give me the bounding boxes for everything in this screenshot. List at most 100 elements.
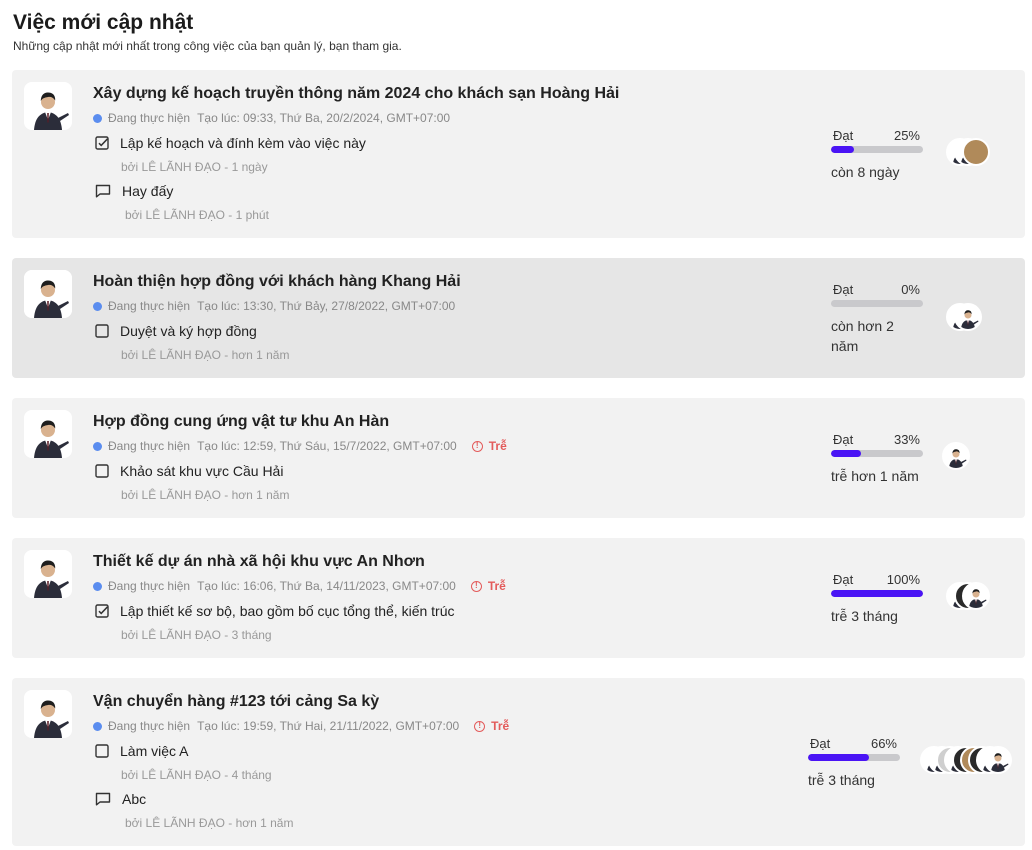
task-title[interactable]: Xây dựng kế hoạch truyền thông năm 2024 …: [93, 85, 619, 103]
progress-value: 33%: [893, 432, 920, 447]
update-text: Hay đấy: [122, 183, 174, 199]
member-avatars[interactable]: [920, 746, 1012, 778]
member-avatars[interactable]: [946, 303, 982, 335]
task-meta: Đang thực hiện Tạo lúc: 09:33, Thứ Ba, 2…: [93, 111, 450, 125]
update-author: bởi LÊ LÃNH ĐẠO - hơn 1 năm: [121, 348, 290, 362]
task-card[interactable]: Hợp đồng cung ứng vật tư khu An Hàn Đang…: [12, 398, 1025, 518]
late-badge: ! Trễ: [470, 579, 506, 593]
avatar: [24, 270, 72, 318]
task-title[interactable]: Hoàn thiện hợp đồng với khách hàng Khang…: [93, 273, 461, 291]
update-author: bởi LÊ LÃNH ĐẠO - hơn 1 năm: [121, 488, 290, 502]
created-time: Tạo lúc: 12:59, Thứ Sáu, 15/7/2022, GMT+…: [197, 439, 457, 453]
progress-label: Đạt: [833, 128, 854, 143]
member-avatars[interactable]: [946, 138, 990, 170]
progress-label: Đạt: [810, 736, 831, 751]
checkbox-icon: [95, 324, 109, 338]
avatar: [24, 410, 72, 458]
update-author: bởi LÊ LÃNH ĐẠO - 3 tháng: [121, 628, 272, 642]
remaining-time: trễ hơn 1 năm: [831, 468, 919, 484]
task-card[interactable]: Hoàn thiện hợp đồng với khách hàng Khang…: [12, 258, 1025, 378]
update-item[interactable]: Lập kế hoạch và đính kèm vào việc này: [95, 135, 366, 151]
update-item[interactable]: Khảo sát khu vực Cầu Hải: [95, 463, 283, 479]
late-badge: ! Trễ: [474, 719, 509, 733]
update-item[interactable]: Duyệt và ký hợp đồng: [95, 323, 257, 339]
remaining-time: trễ 3 tháng: [831, 608, 898, 624]
checkbox-icon: [95, 464, 109, 478]
created-time: Tạo lúc: 09:33, Thứ Ba, 20/2/2024, GMT+0…: [197, 111, 451, 125]
checkbox-checked-icon: [95, 604, 109, 618]
progress-label: Đạt: [833, 572, 854, 587]
task-title[interactable]: Thiết kế dự án nhà xã hội khu vực An Nhơ…: [93, 553, 425, 571]
progress: Đạt 25%: [831, 128, 923, 153]
page-subtitle: Những cập nhật mới nhất trong công việc …: [13, 39, 402, 53]
remaining-time: trễ 3 tháng: [808, 772, 875, 788]
alert-icon: !: [471, 440, 483, 452]
update-text: Abc: [122, 791, 147, 807]
status-label: Đang thực hiện: [108, 299, 191, 313]
late-label: Trễ: [487, 579, 506, 593]
progress: Đạt 0%: [831, 282, 923, 307]
update-text: Làm việc A: [120, 743, 189, 759]
progress-value: 25%: [893, 128, 920, 143]
update-author: bởi LÊ LÃNH ĐẠO - 1 phút: [125, 208, 269, 222]
progress-fill: [831, 146, 854, 153]
task-card[interactable]: Xây dựng kế hoạch truyền thông năm 2024 …: [12, 70, 1025, 238]
task-meta: Đang thực hiện Tạo lúc: 16:06, Thứ Ba, 1…: [93, 579, 506, 593]
task-meta: Đang thực hiện Tạo lúc: 13:30, Thứ Bảy, …: [93, 299, 455, 313]
update-author: bởi LÊ LÃNH ĐẠO - 1 ngày: [121, 160, 268, 174]
member-avatars[interactable]: [946, 582, 990, 614]
remaining-time: còn hơn 2 năm: [831, 318, 894, 354]
comment-icon: [95, 792, 111, 806]
progress-bar: [831, 300, 923, 307]
member-avatars[interactable]: [942, 442, 970, 474]
member-avatar: [984, 746, 1012, 774]
status-label: Đang thực hiện: [108, 111, 191, 125]
status-dot-icon: [93, 721, 102, 731]
late-badge: ! Trễ: [471, 439, 507, 453]
member-avatar: [962, 138, 990, 166]
created-time: Tạo lúc: 16:06, Thứ Ba, 14/11/2023, GMT+…: [197, 579, 456, 593]
comment-icon: [95, 184, 111, 198]
progress: Đạt 33%: [831, 432, 923, 457]
progress: Đạt 100%: [831, 572, 923, 597]
member-avatar: [954, 303, 982, 331]
update-item[interactable]: Abc: [95, 791, 146, 807]
created-time: Tạo lúc: 13:30, Thứ Bảy, 27/8/2022, GMT+…: [197, 299, 456, 313]
update-item[interactable]: Hay đấy: [95, 183, 173, 199]
update-item[interactable]: Lập thiết kế sơ bộ, bao gồm bố cục tổng …: [95, 603, 455, 619]
task-card[interactable]: Thiết kế dự án nhà xã hội khu vực An Nhơ…: [12, 538, 1025, 658]
status-label: Đang thực hiện: [108, 579, 191, 593]
progress-fill: [831, 450, 862, 457]
avatar: [24, 550, 72, 598]
created-time: Tạo lúc: 19:59, Thứ Hai, 21/11/2022, GMT…: [197, 719, 460, 733]
alert-icon: !: [474, 720, 486, 732]
update-author: bởi LÊ LÃNH ĐẠO - hơn 1 năm: [125, 816, 294, 830]
progress: Đạt 66%: [808, 736, 900, 761]
update-item[interactable]: Làm việc A: [95, 743, 188, 759]
update-text: Lập thiết kế sơ bộ, bao gồm bố cục tổng …: [120, 603, 455, 619]
task-meta: Đang thực hiện Tạo lúc: 12:59, Thứ Sáu, …: [93, 439, 507, 453]
progress-label: Đạt: [833, 282, 854, 297]
task-title[interactable]: Vận chuyển hàng #123 tới cảng Sa kỳ: [93, 693, 379, 711]
checkbox-icon: [95, 744, 109, 758]
alert-icon: !: [470, 580, 482, 592]
task-title[interactable]: Hợp đồng cung ứng vật tư khu An Hàn: [93, 413, 389, 431]
progress-bar: [831, 146, 923, 153]
status-label: Đang thực hiện: [108, 439, 191, 453]
late-label: Trễ: [488, 439, 507, 453]
member-avatar: [962, 582, 990, 610]
progress-bar: [831, 590, 923, 597]
member-avatar: [942, 442, 970, 470]
progress-fill: [831, 590, 923, 597]
progress-value: 0%: [901, 282, 920, 297]
update-text: Lập kế hoạch và đính kèm vào việc này: [120, 135, 366, 151]
checkbox-checked-icon: [95, 136, 109, 150]
task-meta: Đang thực hiện Tạo lúc: 19:59, Thứ Hai, …: [93, 719, 509, 733]
status-dot-icon: [93, 113, 102, 123]
status-dot-icon: [93, 441, 102, 451]
avatar: [24, 690, 72, 738]
task-card[interactable]: Vận chuyển hàng #123 tới cảng Sa kỳ Đang…: [12, 678, 1025, 846]
page-title: Việc mới cập nhật: [13, 11, 194, 34]
status-dot-icon: [93, 581, 102, 591]
remaining-time: còn 8 ngày: [831, 164, 900, 180]
